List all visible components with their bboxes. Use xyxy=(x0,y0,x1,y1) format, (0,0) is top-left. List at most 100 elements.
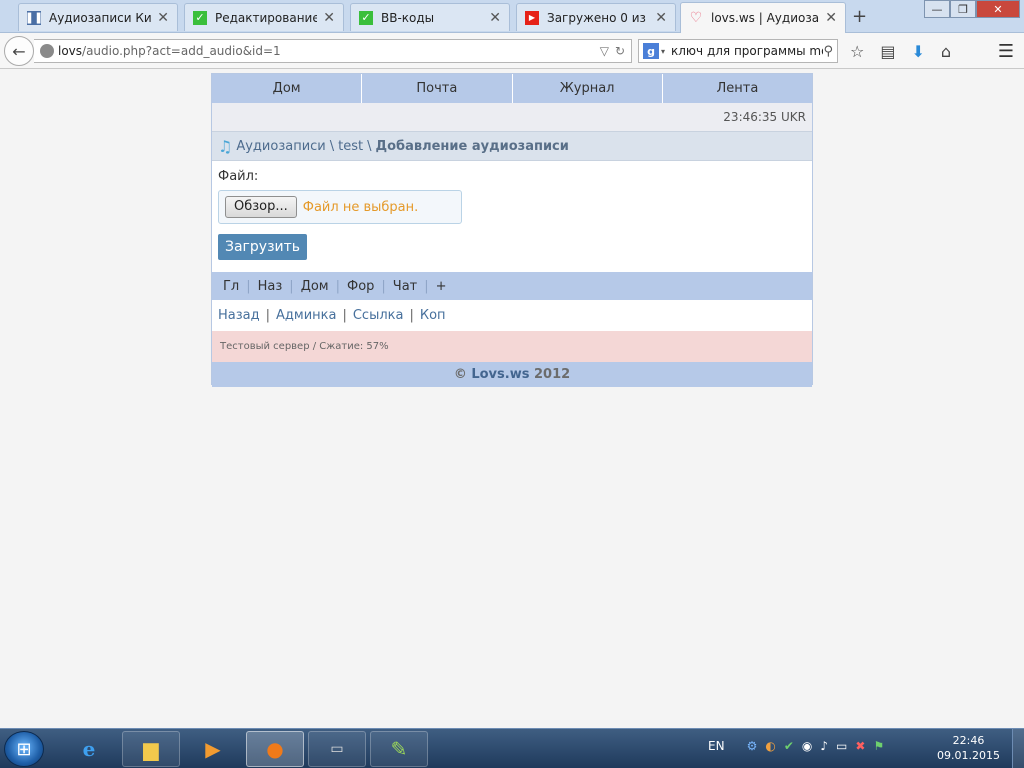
no-file-selected-text: Файл не выбран. xyxy=(302,199,419,215)
bottom-menu-main[interactable]: Гл xyxy=(216,279,246,294)
file-label: Файл: xyxy=(218,169,259,184)
security-icon[interactable]: ✔ xyxy=(784,739,794,753)
server-info: Тестовый сервер / Сжатие: 57% xyxy=(212,331,812,362)
footer-links: Назад | Админка | Ссылка | Коп xyxy=(212,300,812,331)
heart-icon: ♡ xyxy=(689,10,703,26)
bottom-menu-home[interactable]: Дом xyxy=(294,279,336,294)
menu-item-journal[interactable]: Журнал xyxy=(513,74,663,103)
close-tab-icon[interactable]: ✕ xyxy=(489,10,501,26)
tab-audio-records[interactable]: ❚❚ Аудиозаписи Кис... ✕ xyxy=(18,3,178,31)
url-text: lovs/audio.php?act=add_audio&id=1 xyxy=(58,44,600,58)
close-tab-icon[interactable]: ✕ xyxy=(655,10,667,26)
new-tab-button[interactable]: + xyxy=(852,6,867,27)
breadcrumb-audio-link[interactable]: Аудиозаписи xyxy=(236,139,325,154)
menu-item-mail[interactable]: Почта xyxy=(362,74,513,103)
top-menu: Дом Почта Журнал Лента xyxy=(212,74,812,103)
download-icon[interactable]: ⬇ xyxy=(911,42,924,61)
update-icon[interactable]: ◐ xyxy=(765,739,775,753)
tab-title: Загружено 0 из 1 ... xyxy=(547,10,649,25)
minimize-button[interactable]: — xyxy=(924,0,950,18)
browse-button[interactable]: Обзор... xyxy=(225,196,297,218)
windows-taskbar: ⊞ e ▆ ▶ ● ▭ ✎ EN ⚙ ◐ ✔ ◉ ♪ ▭ ✖ ⚑ 22:46 0… xyxy=(0,728,1024,768)
network-share-icon[interactable]: ⚙ xyxy=(747,739,758,753)
search-icon[interactable]: ⚲ xyxy=(823,44,833,59)
link-url[interactable]: Ссылка xyxy=(353,308,404,323)
browser-nav-bar: ← lovs/audio.php?act=add_audio&id=1 ▽ ↻ … xyxy=(0,33,1024,69)
bookmarks-list-icon[interactable]: ▤ xyxy=(880,42,895,61)
close-tab-icon[interactable]: ✕ xyxy=(323,10,335,26)
clock-date: 09.01.2015 xyxy=(937,749,1000,762)
upload-form: Файл: Обзор... Файл не выбран. Загрузить xyxy=(212,161,812,272)
browser-tab-bar: ❚❚ Аудиозаписи Кис... ✕ ✓ Редактирование… xyxy=(0,0,1024,33)
windows-logo-icon: ⊞ xyxy=(16,738,32,760)
chevron-down-icon[interactable]: ▾ xyxy=(661,47,665,56)
footer-year: 2012 xyxy=(534,367,571,382)
url-path: /audio.php?act=add_audio&id=1 xyxy=(82,44,281,58)
display-icon[interactable]: ▭ xyxy=(836,739,847,753)
back-button[interactable]: ← xyxy=(4,36,34,66)
volume-icon[interactable]: ♪ xyxy=(820,739,828,753)
youtube-icon: ▶ xyxy=(525,10,539,25)
close-tab-icon[interactable]: ✕ xyxy=(157,10,169,26)
arrow-left-icon: ← xyxy=(12,41,26,61)
page-container: Дом Почта Журнал Лента 23:46:35 UKR ♫ Ау… xyxy=(211,73,813,387)
menu-item-feed[interactable]: Лента xyxy=(663,74,812,103)
link-copy[interactable]: Коп xyxy=(420,308,446,323)
address-bar[interactable]: lovs/audio.php?act=add_audio&id=1 ▽ ↻ xyxy=(34,39,632,63)
firefox-icon[interactable]: ● xyxy=(246,731,304,767)
start-button[interactable]: ⊞ xyxy=(4,731,44,767)
system-clock[interactable]: 22:46 09.01.2015 xyxy=(937,733,1000,763)
window-controls: — ❐ ✕ xyxy=(924,0,1020,18)
search-input[interactable]: ключ для программы mo xyxy=(671,44,823,58)
tab-title: lovs.ws | Аудиозап... xyxy=(711,11,820,25)
file-input[interactable]: Обзор... Файл не выбран. xyxy=(218,190,462,224)
bottom-menu-more[interactable]: + xyxy=(429,279,454,294)
internet-explorer-icon[interactable]: e xyxy=(60,731,118,767)
media-player-icon[interactable]: ▶ xyxy=(184,731,242,767)
breadcrumb: ♫ Аудиозаписи \ test \ Добавление аудиоз… xyxy=(212,131,812,161)
upload-button[interactable]: Загрузить xyxy=(218,234,308,260)
link-divider: | xyxy=(409,308,414,323)
tab-bb-codes[interactable]: ✓ BB-коды ✕ xyxy=(350,3,510,31)
hamburger-menu-icon[interactable]: ☰ xyxy=(998,41,1014,62)
music-note-icon: ♫ xyxy=(218,136,233,156)
show-desktop-button[interactable] xyxy=(1012,729,1024,768)
menu-item-home[interactable]: Дом xyxy=(212,74,363,103)
bottom-menu-back[interactable]: Наз xyxy=(251,279,290,294)
network-error-icon[interactable]: ✖ xyxy=(855,739,865,753)
pause-icon: ❚❚ xyxy=(24,10,44,25)
server-time: 23:46:35 UKR xyxy=(212,103,812,131)
link-back[interactable]: Назад xyxy=(218,308,260,323)
breadcrumb-separator: \ xyxy=(367,138,372,154)
terminal-icon[interactable]: ▭ xyxy=(308,731,366,767)
copyright-symbol: © xyxy=(453,367,467,382)
tab-editing[interactable]: ✓ Редактирование с... ✕ xyxy=(184,3,344,31)
restore-button[interactable]: ❐ xyxy=(950,0,976,18)
language-indicator[interactable]: EN xyxy=(708,739,725,753)
link-admin[interactable]: Админка xyxy=(276,308,336,323)
search-box[interactable]: g ▾ ключ для программы mo ⚲ xyxy=(638,39,838,63)
close-window-button[interactable]: ✕ xyxy=(976,0,1020,18)
tab-lovs-audio[interactable]: ♡ lovs.ws | Аудиозап... ✕ xyxy=(680,2,846,33)
tab-title: Редактирование с... xyxy=(215,10,318,25)
breadcrumb-separator: \ xyxy=(329,138,335,154)
breadcrumb-folder-link[interactable]: test xyxy=(338,139,363,154)
link-divider: | xyxy=(265,308,270,323)
tab-upload-progress[interactable]: ▶ Загружено 0 из 1 ... ✕ xyxy=(516,3,676,31)
notepad-plus-icon[interactable]: ✎ xyxy=(370,731,428,767)
url-host: lovs xyxy=(58,44,83,58)
bottom-menu-forum[interactable]: Фор xyxy=(340,279,381,294)
reload-icon[interactable]: ↻ xyxy=(615,44,625,58)
tab-title: BB-коды xyxy=(381,10,435,25)
bottom-menu-chat[interactable]: Чат xyxy=(386,279,424,294)
close-tab-icon[interactable]: ✕ xyxy=(825,10,837,26)
action-center-flag-icon[interactable]: ⚑ xyxy=(873,739,884,753)
home-icon[interactable]: ⌂ xyxy=(941,42,951,61)
dropdown-arrow-icon[interactable]: ▽ xyxy=(600,44,609,58)
bookmark-star-icon[interactable]: ☆ xyxy=(850,42,864,61)
page-title: Добавление аудиозаписи xyxy=(375,138,569,154)
edit-check-icon: ✓ xyxy=(193,10,207,25)
google-icon[interactable]: g xyxy=(643,43,659,59)
wireless-icon[interactable]: ◉ xyxy=(802,739,812,753)
file-explorer-icon[interactable]: ▆ xyxy=(122,731,180,767)
